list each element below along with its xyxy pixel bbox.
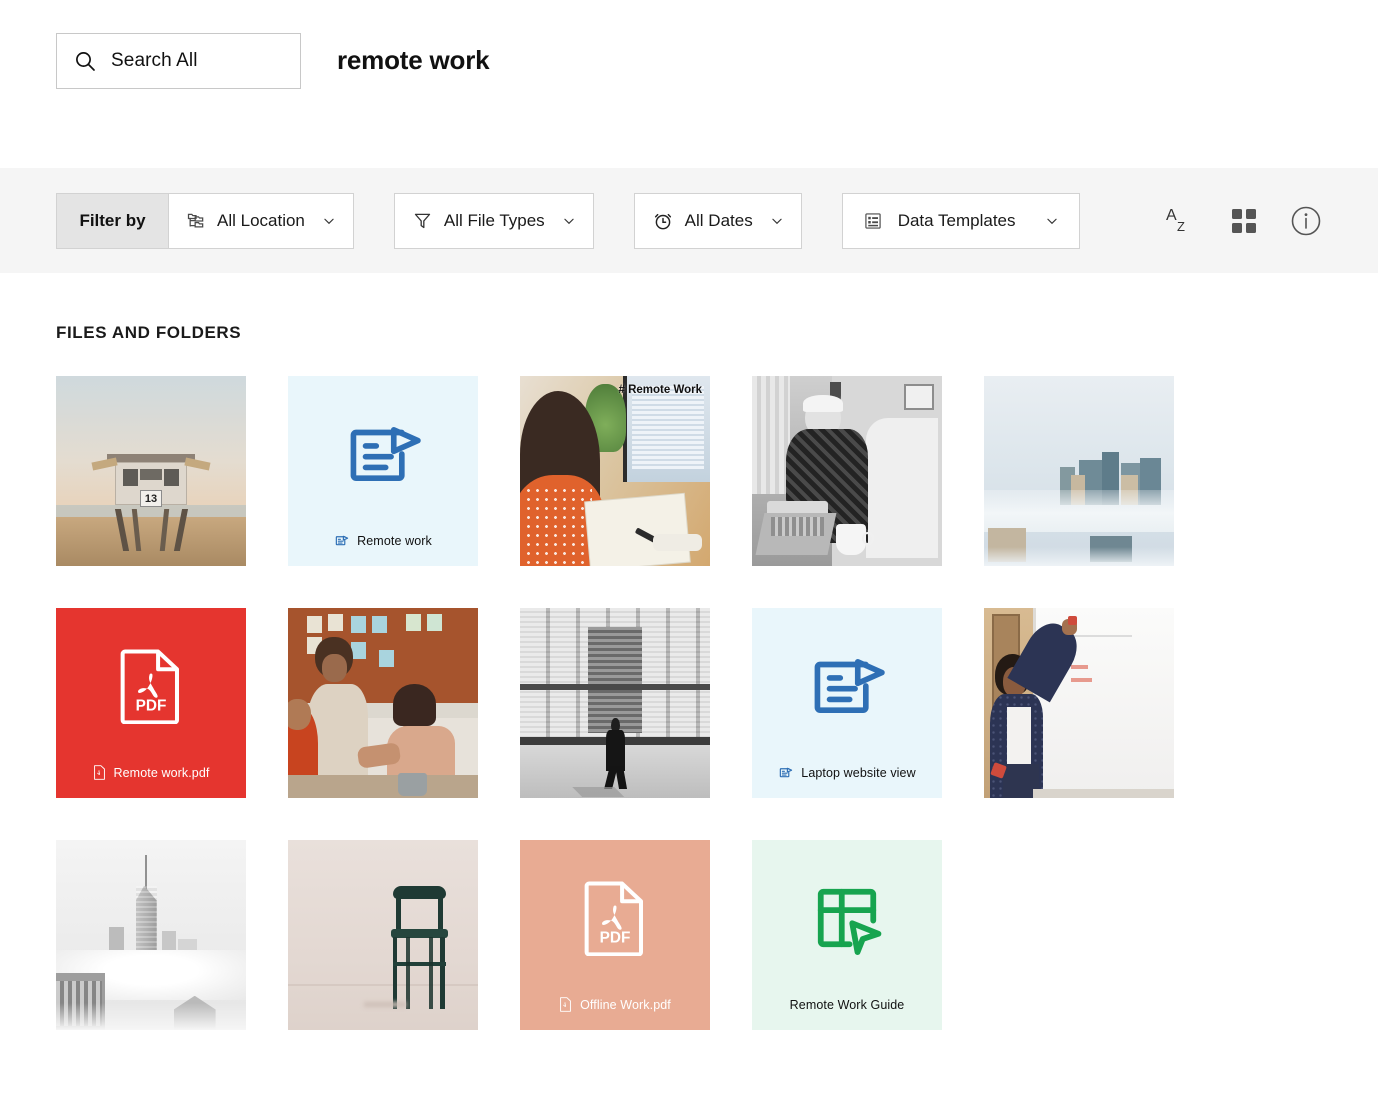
- thumbnail-image: [288, 840, 478, 1030]
- thumbnail-image: [288, 608, 478, 798]
- svg-text:PDF: PDF: [136, 698, 167, 715]
- thumbnail-image: [752, 376, 942, 566]
- result-tile-elderly-man-laptop-bw[interactable]: [752, 376, 942, 566]
- result-tile-remote-work-presentation[interactable]: Remote work: [288, 376, 478, 566]
- filter-all-location[interactable]: All Location: [168, 193, 354, 249]
- result-tile-skyscraper-above-clouds-bw[interactable]: [56, 840, 246, 1030]
- filter-all-dates[interactable]: All Dates: [634, 193, 802, 249]
- filter-data-templates[interactable]: Data Templates: [842, 193, 1080, 249]
- results-section: FILES AND FOLDERS 13: [0, 273, 1378, 1030]
- result-tile-remote-work-guide[interactable]: Remote Work Guide: [752, 840, 942, 1030]
- search-input[interactable]: Search All: [56, 33, 301, 89]
- grid-view-icon[interactable]: [1230, 207, 1258, 235]
- filter-group: Filter by All Location All File Types: [56, 193, 1080, 249]
- thumbnail-image: [56, 840, 246, 1030]
- result-tile-foggy-city-skyline[interactable]: [984, 376, 1174, 566]
- filter-all-location-label: All Location: [217, 211, 305, 231]
- top-search-bar: Search All remote work: [0, 0, 1378, 168]
- pdf-file-icon: PDF: [56, 608, 246, 764]
- info-icon[interactable]: [1290, 205, 1322, 237]
- result-tile-team-handshake-meeting[interactable]: [288, 608, 478, 798]
- svg-text:PDF: PDF: [600, 930, 631, 947]
- folder-tree-icon: [186, 211, 206, 231]
- chevron-down-icon: [1045, 214, 1059, 228]
- results-grid: 13 Remote work # Remote W: [56, 376, 1322, 1030]
- result-tile-woman-writing-at-desk[interactable]: # Remote Work: [520, 376, 710, 566]
- pdf-file-mini-icon: [93, 765, 106, 780]
- template-list-icon: [863, 211, 883, 231]
- tile-label-text: Laptop website view: [801, 766, 915, 780]
- result-tile-remote-work-pdf[interactable]: PDF Remote work.pdf: [56, 608, 246, 798]
- thumbnail-image: [984, 376, 1174, 566]
- result-tile-woman-writing-on-whiteboard[interactable]: [984, 608, 1174, 798]
- tile-label-text: Offline Work.pdf: [580, 998, 671, 1012]
- image-overlay-text: # Remote Work: [618, 384, 702, 396]
- thumbnail-image: [984, 608, 1174, 798]
- filter-bar: Filter by All Location All File Types: [0, 168, 1378, 273]
- filter-by-label: Filter by: [56, 193, 168, 249]
- pdf-file-mini-icon: [559, 997, 572, 1012]
- sort-az-icon[interactable]: A Z: [1164, 204, 1198, 238]
- filter-all-file-types-label: All File Types: [444, 211, 545, 231]
- alarm-clock-icon: [652, 210, 674, 232]
- presentation-doc-mini-icon: [778, 765, 793, 780]
- search-icon: [73, 49, 97, 73]
- presentation-doc-icon: [288, 376, 478, 532]
- result-tile-laptop-website-view[interactable]: Laptop website view: [752, 608, 942, 798]
- svg-text:Z: Z: [1177, 219, 1185, 234]
- search-query-text: remote work: [337, 45, 489, 76]
- tile-label-text: Remote Work Guide: [790, 998, 905, 1012]
- tile-label: Laptop website view: [752, 765, 942, 780]
- thumbnail-image: [520, 376, 710, 566]
- tile-label: Remote work.pdf: [56, 765, 246, 780]
- filter-all-dates-label: All Dates: [685, 211, 753, 231]
- result-tile-man-walking-glass-atrium-bw[interactable]: [520, 608, 710, 798]
- chevron-down-icon: [562, 214, 576, 228]
- chevron-down-icon: [770, 214, 784, 228]
- section-title: FILES AND FOLDERS: [56, 323, 1322, 343]
- tile-label: Offline Work.pdf: [520, 997, 710, 1012]
- filter-all-file-types[interactable]: All File Types: [394, 193, 594, 249]
- thumbnail-image: 13: [56, 376, 246, 566]
- spreadsheet-cursor-icon: [752, 840, 942, 996]
- presentation-doc-mini-icon: [334, 533, 349, 548]
- svg-text:A: A: [1166, 207, 1177, 224]
- search-placeholder-label: Search All: [111, 50, 198, 72]
- filter-data-templates-label: Data Templates: [898, 211, 1016, 231]
- funnel-icon: [412, 210, 433, 231]
- result-tile-lifeguard-tower-beach[interactable]: 13: [56, 376, 246, 566]
- thumbnail-image: [520, 608, 710, 798]
- result-tile-offline-work-pdf[interactable]: PDF Offline Work.pdf: [520, 840, 710, 1030]
- tile-label-text: Remote work: [357, 534, 432, 548]
- result-tile-green-wooden-chair[interactable]: [288, 840, 478, 1030]
- tile-label-text: Remote work.pdf: [114, 766, 210, 780]
- chevron-down-icon: [322, 214, 336, 228]
- tile-label: Remote work: [288, 533, 478, 548]
- pdf-file-icon: PDF: [520, 840, 710, 996]
- presentation-doc-icon: [752, 608, 942, 764]
- tile-label: Remote Work Guide: [752, 998, 942, 1012]
- view-tools: A Z: [1164, 204, 1322, 238]
